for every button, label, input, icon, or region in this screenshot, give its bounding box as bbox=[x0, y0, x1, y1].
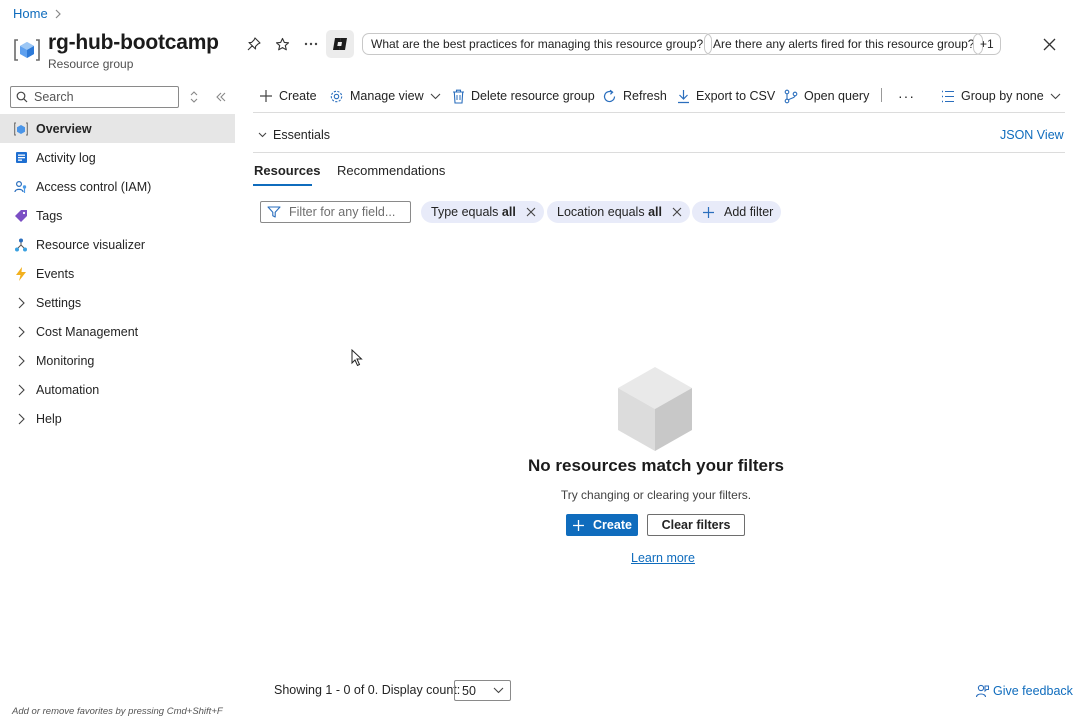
favorites-hint: Add or remove favorites by pressing Cmd+… bbox=[12, 706, 223, 717]
filter-pill-type[interactable]: Type equals all bbox=[421, 201, 544, 223]
visualizer-icon bbox=[14, 238, 28, 252]
empty-cube-icon bbox=[617, 366, 693, 452]
page-subtitle: Resource group bbox=[48, 57, 134, 71]
chevron-down-icon bbox=[493, 687, 504, 694]
tab-recommendations[interactable]: Recommendations bbox=[337, 163, 445, 178]
lightning-icon bbox=[14, 266, 28, 281]
group-by-dropdown[interactable]: Group by none bbox=[941, 86, 1061, 106]
give-feedback-link[interactable]: Give feedback bbox=[975, 684, 1073, 698]
close-icon[interactable] bbox=[672, 207, 682, 217]
add-filter-button[interactable]: Add filter bbox=[692, 201, 782, 223]
filter-input[interactable]: Filter for any field... bbox=[260, 201, 411, 223]
more-commands-button[interactable]: ··· bbox=[898, 86, 915, 106]
sidebar-item-events[interactable]: Events bbox=[0, 259, 235, 288]
chevron-down-icon bbox=[1050, 93, 1061, 100]
open-query-button[interactable]: Open query bbox=[784, 86, 869, 106]
pin-icon[interactable] bbox=[245, 35, 263, 53]
essentials-toggle[interactable]: Essentials bbox=[258, 128, 330, 142]
toolbar-separator bbox=[881, 88, 882, 102]
sidebar-item-resource-visualizer[interactable]: Resource visualizer bbox=[0, 230, 235, 259]
sidebar-item-activity-log[interactable]: Activity log bbox=[0, 143, 235, 172]
breadcrumb: Home bbox=[13, 6, 62, 21]
sidebar-item-tags[interactable]: Tags bbox=[0, 201, 235, 230]
delete-resource-group-button[interactable]: Delete resource group bbox=[452, 86, 595, 106]
create-button[interactable]: Create bbox=[259, 86, 317, 106]
display-count-select[interactable]: 50 bbox=[454, 680, 511, 701]
chevron-down-icon bbox=[430, 93, 441, 100]
empty-state-title: No resources match your filters bbox=[527, 456, 785, 475]
toolbar-divider bbox=[253, 112, 1065, 113]
chevron-right-icon bbox=[14, 354, 28, 368]
refresh-button[interactable]: Refresh bbox=[602, 86, 667, 106]
copilot-suggestion-2[interactable]: Are there any alerts fired for this reso… bbox=[704, 33, 984, 55]
active-tab-indicator bbox=[253, 184, 312, 186]
trash-icon bbox=[452, 89, 465, 104]
resource-group-icon bbox=[14, 37, 40, 63]
essentials-divider bbox=[253, 152, 1065, 153]
copilot-suggestion-1[interactable]: What are the best practices for managing… bbox=[362, 33, 713, 55]
more-suggestions-button[interactable]: +1 bbox=[973, 33, 1001, 55]
more-options-icon[interactable] bbox=[302, 35, 320, 53]
chevron-down-icon bbox=[258, 132, 267, 138]
sidebar-search-input[interactable]: Search bbox=[10, 86, 179, 108]
close-icon[interactable] bbox=[526, 207, 536, 217]
sidebar-item-access-control[interactable]: Access control (IAM) bbox=[0, 172, 235, 201]
export-csv-button[interactable]: Export to CSV bbox=[677, 86, 775, 106]
sidebar-item-automation[interactable]: Automation bbox=[0, 375, 235, 404]
feedback-icon bbox=[975, 684, 989, 698]
resource-group-icon bbox=[14, 122, 28, 136]
expand-collapse-icon[interactable] bbox=[186, 89, 202, 105]
clear-filters-button[interactable]: Clear filters bbox=[647, 514, 745, 536]
query-icon bbox=[784, 89, 798, 104]
empty-state-subtitle: Try changing or clearing your filters. bbox=[560, 488, 752, 502]
tag-icon bbox=[14, 209, 28, 223]
star-icon[interactable] bbox=[273, 35, 291, 53]
learn-more-link[interactable]: Learn more bbox=[631, 551, 695, 565]
gear-icon bbox=[329, 89, 344, 104]
page-title: rg-hub-bootcamp bbox=[48, 31, 219, 54]
chevron-right-icon bbox=[14, 412, 28, 426]
plus-icon bbox=[702, 206, 715, 219]
mouse-cursor-icon bbox=[351, 349, 363, 367]
list-icon bbox=[941, 90, 955, 103]
chevron-right-icon bbox=[14, 383, 28, 397]
sidebar-item-overview[interactable]: Overview bbox=[0, 114, 235, 143]
sidebar-nav: Overview Activity log Access control (IA… bbox=[0, 114, 235, 433]
sidebar-item-cost-management[interactable]: Cost Management bbox=[0, 317, 235, 346]
filter-pill-location[interactable]: Location equals all bbox=[547, 201, 690, 223]
refresh-icon bbox=[602, 89, 617, 104]
pagination-summary: Showing 1 - 0 of 0. Display count: bbox=[274, 683, 461, 697]
collapse-sidebar-icon[interactable] bbox=[213, 89, 229, 105]
search-placeholder: Search bbox=[34, 90, 74, 104]
iam-icon bbox=[14, 180, 28, 194]
plus-icon bbox=[259, 89, 273, 103]
empty-create-button[interactable]: Create bbox=[566, 514, 638, 536]
sidebar-item-monitoring[interactable]: Monitoring bbox=[0, 346, 235, 375]
filter-icon bbox=[267, 206, 281, 218]
close-icon[interactable] bbox=[1040, 35, 1058, 53]
chevron-right-icon bbox=[14, 296, 28, 310]
search-icon bbox=[16, 91, 28, 103]
json-view-link[interactable]: JSON View bbox=[1000, 128, 1064, 142]
activity-log-icon bbox=[14, 151, 28, 165]
chevron-right-icon bbox=[14, 325, 28, 339]
plus-icon bbox=[572, 519, 585, 532]
download-icon bbox=[677, 89, 690, 104]
sidebar-item-settings[interactable]: Settings bbox=[0, 288, 235, 317]
breadcrumb-home-link[interactable]: Home bbox=[13, 6, 48, 21]
chevron-right-icon bbox=[54, 9, 62, 19]
sidebar-item-help[interactable]: Help bbox=[0, 404, 235, 433]
manage-view-button[interactable]: Manage view bbox=[329, 86, 441, 106]
copilot-icon[interactable] bbox=[326, 30, 354, 58]
tab-resources[interactable]: Resources bbox=[254, 163, 320, 178]
